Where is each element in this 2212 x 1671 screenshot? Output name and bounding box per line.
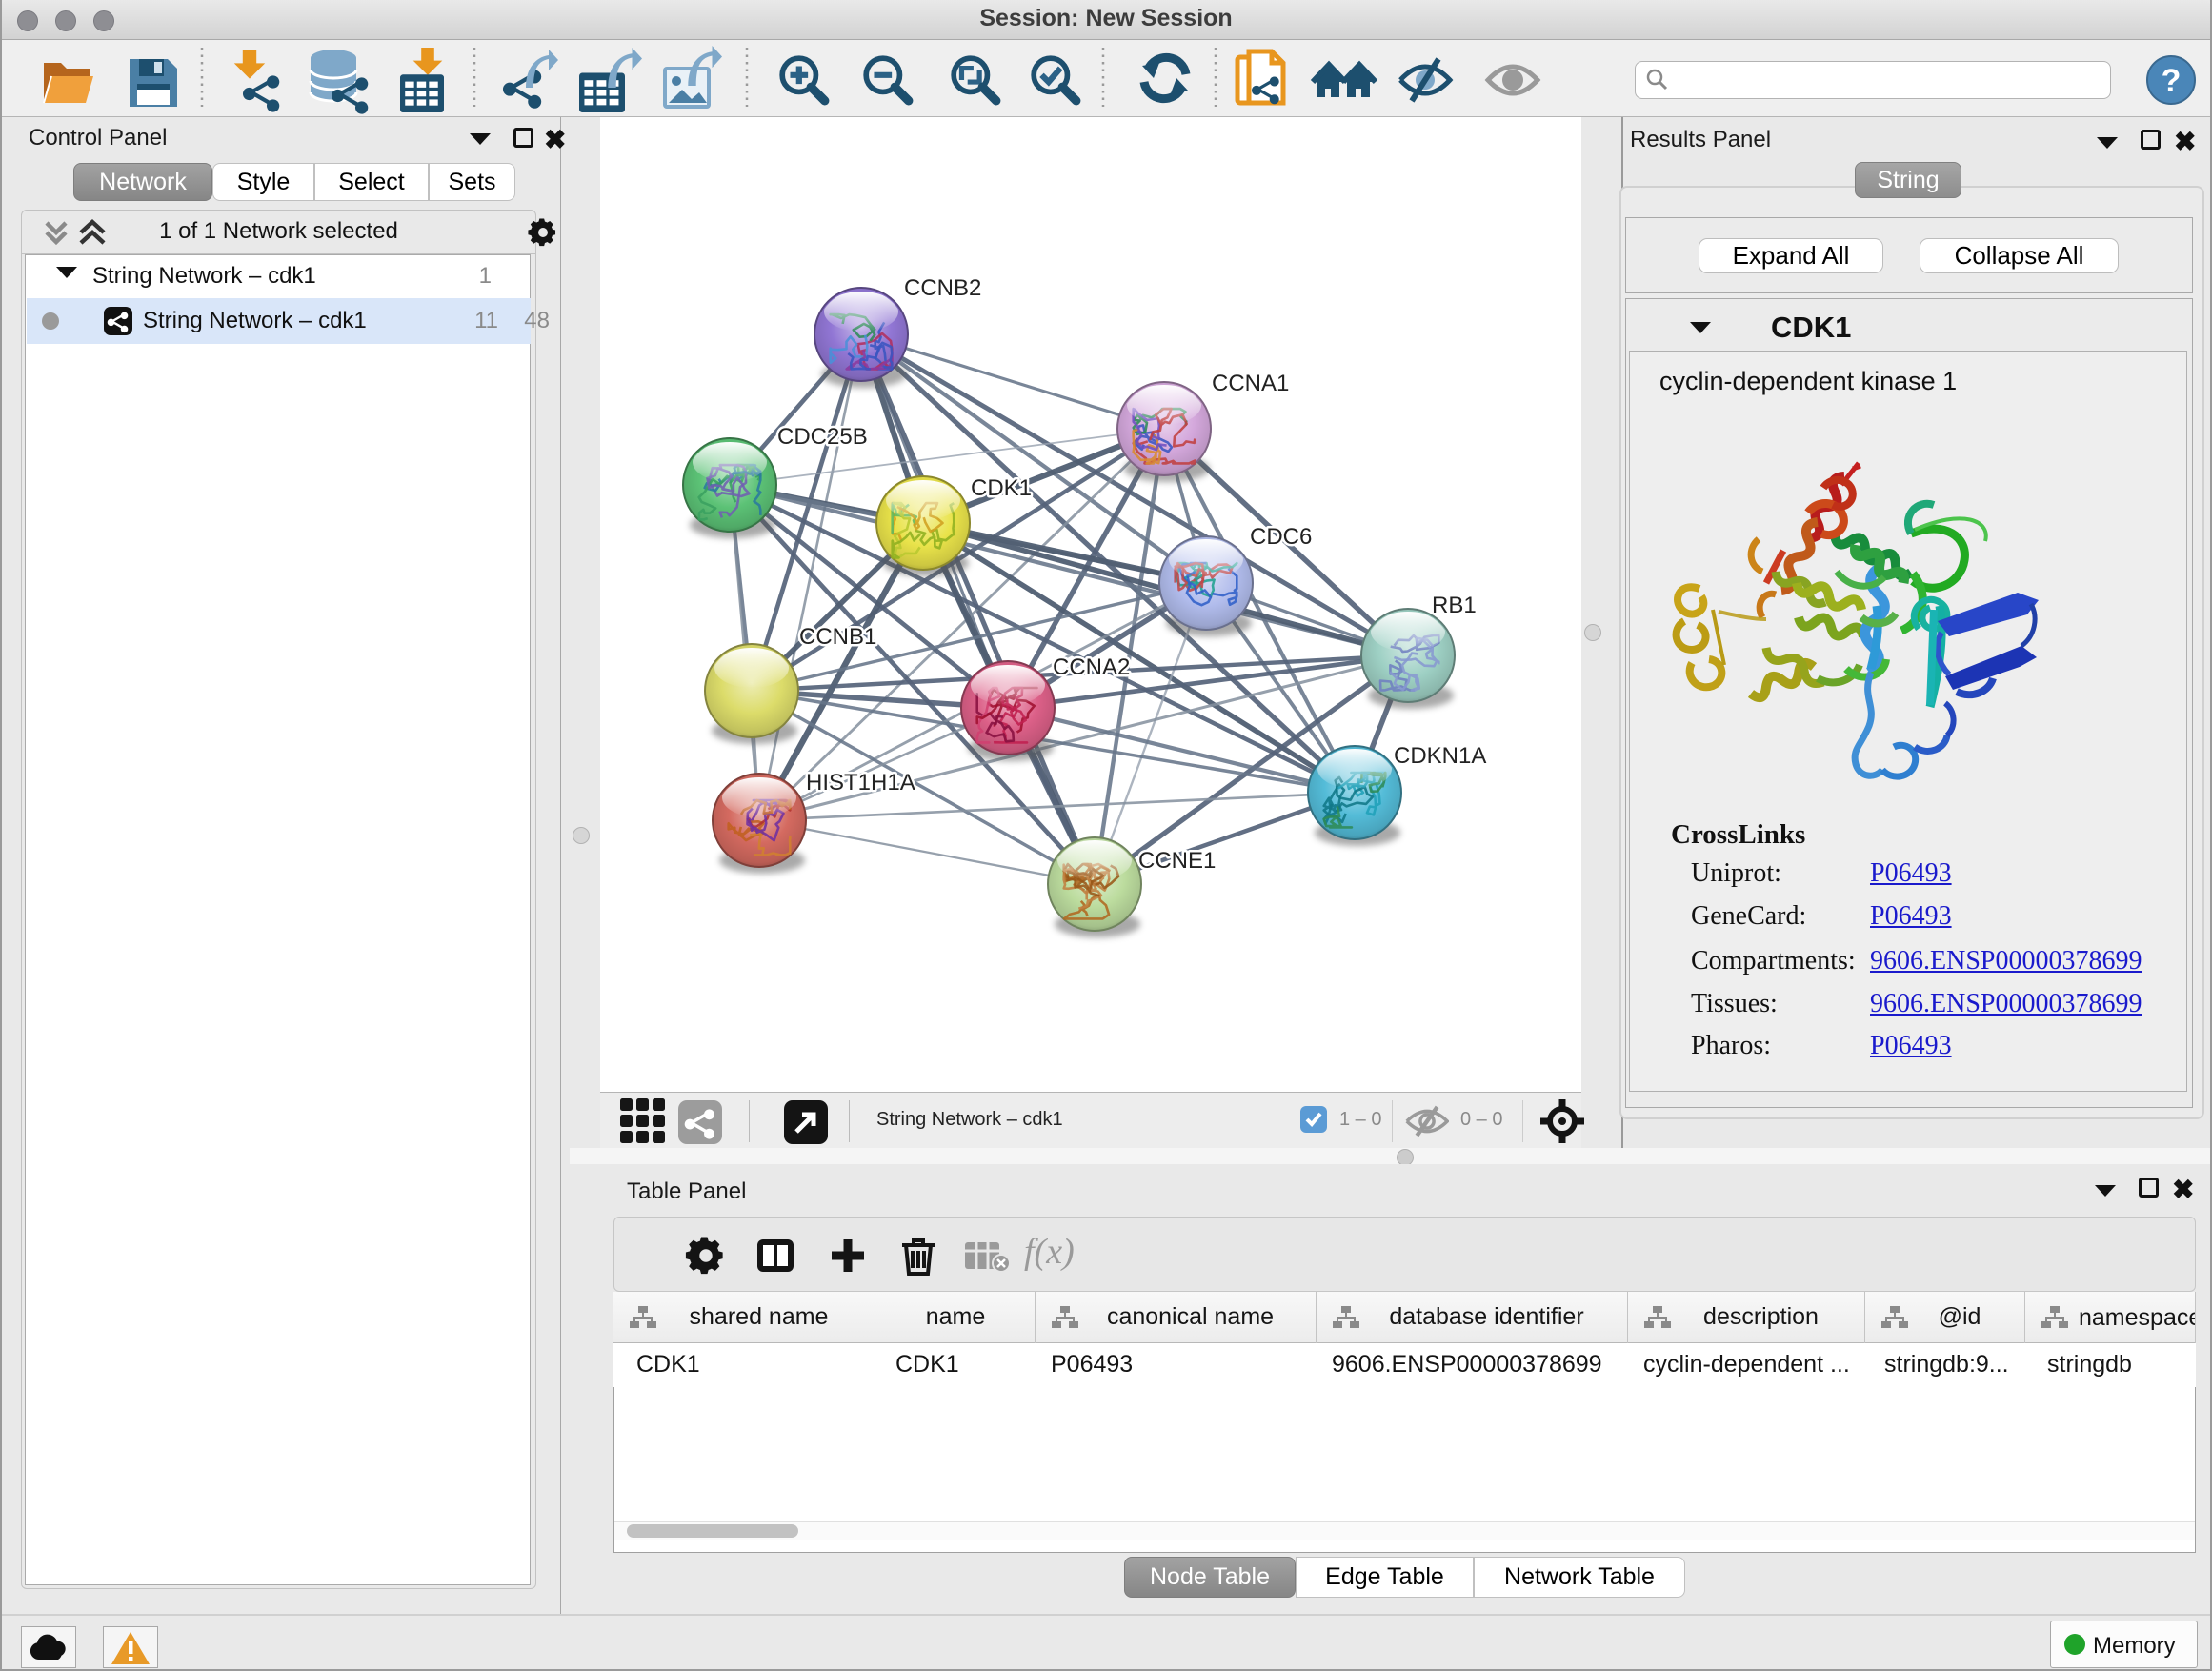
svg-text:CDKN1A: CDKN1A	[1394, 743, 1486, 769]
svg-text:CCNA1: CCNA1	[1212, 371, 1289, 396]
svg-text:CCNA2: CCNA2	[1053, 654, 1130, 680]
svg-text:CDK1: CDK1	[971, 475, 1032, 501]
svg-text:CDC6: CDC6	[1250, 524, 1312, 550]
svg-text:CCNB1: CCNB1	[799, 624, 876, 650]
svg-text:CDC25B: CDC25B	[777, 424, 868, 450]
svg-text:HIST1H1A: HIST1H1A	[806, 770, 915, 795]
svg-text:RB1: RB1	[1432, 593, 1477, 618]
svg-text:CCNB2: CCNB2	[904, 275, 981, 301]
svg-text:CCNE1: CCNE1	[1138, 848, 1216, 874]
